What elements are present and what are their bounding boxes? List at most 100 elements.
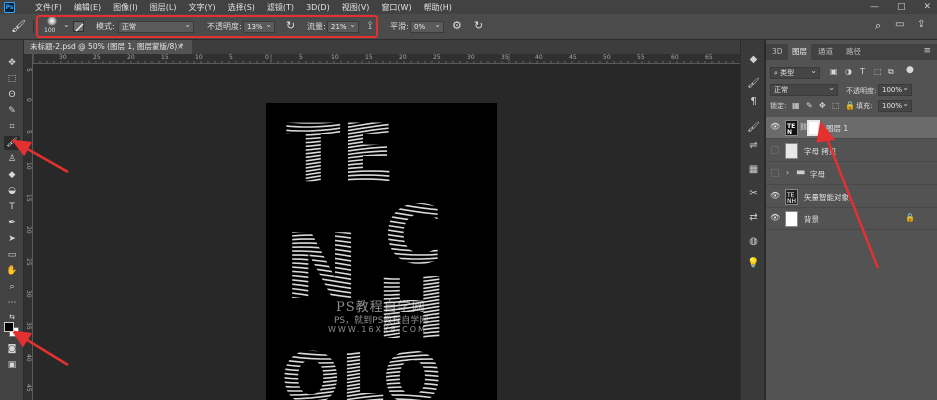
maximize-button[interactable]: □ (897, 2, 906, 12)
chevron-right-icon[interactable]: › (786, 168, 789, 177)
properties-icon[interactable]: ⇄ (746, 210, 761, 224)
quick-select-tool-icon[interactable]: ✎ (4, 104, 20, 118)
ruler-v-label: 40 (25, 354, 32, 362)
menu-type[interactable]: 文字(Y) (188, 2, 215, 13)
color-icon[interactable]: ◍ (746, 234, 761, 248)
layer-mask-thumbnail[interactable] (807, 120, 820, 136)
tab-paths[interactable]: 路径 (842, 44, 865, 60)
lock-artboard-icon[interactable]: ⬚ (832, 101, 840, 110)
workspace-icon[interactable]: ▭ (895, 19, 904, 30)
minimize-button[interactable]: — (870, 2, 879, 12)
paragraph-icon[interactable]: ¶ (746, 94, 761, 108)
eraser-tool-icon[interactable]: ◆ (4, 168, 20, 182)
menu-3d[interactable]: 3D(D) (306, 3, 330, 12)
foreground-color-swatch[interactable] (4, 322, 14, 332)
swatches-icon[interactable]: ▦ (746, 162, 761, 176)
marquee-tool-icon[interactable]: ⬚ (4, 72, 20, 86)
layer-filter-value: 类型 (780, 69, 795, 77)
menu-image[interactable]: 图像(I) (113, 2, 138, 13)
tab-layers[interactable]: 图层 (788, 44, 811, 60)
tab-channels[interactable]: 通道 (814, 44, 837, 60)
visibility-toggle[interactable] (771, 169, 779, 177)
layer-name[interactable]: 字母 (810, 169, 825, 180)
filter-smart-object-icon[interactable]: ⧉ (888, 67, 894, 77)
fill-field[interactable]: 100% (878, 99, 912, 112)
gear-icon[interactable]: ⚙ (452, 19, 462, 32)
layer-name[interactable]: 背景 (804, 214, 819, 225)
window-controls: — □ ✕ (870, 0, 931, 14)
history-icon[interactable]: ◆ (746, 52, 761, 66)
lasso-tool-icon[interactable]: ʘ (4, 88, 20, 102)
menu-filter[interactable]: 滤镜(T) (267, 2, 294, 13)
ruler-h-label: 60 (671, 54, 679, 61)
layer-row[interactable]: 👁 TE NH 矢量智能对象 (766, 186, 937, 208)
filter-type-icon[interactable]: T (860, 67, 865, 76)
crop-tool-icon[interactable]: ⌗ (4, 120, 20, 134)
search-icon[interactable]: ⌕ (875, 19, 881, 33)
screen-mode-icon[interactable]: ▣ (4, 358, 20, 372)
smoothing-field[interactable]: 0% (410, 20, 444, 33)
pressure-size-icon[interactable]: ↻ (474, 19, 483, 32)
blend-mode-select[interactable]: 正常 (770, 83, 838, 96)
layer-row[interactable]: 👁 TE N ⛓ 图层 1 (766, 117, 937, 139)
ruler-h-label: 40 (535, 54, 543, 61)
menu-select[interactable]: 选择(S) (228, 2, 255, 13)
menu-window[interactable]: 窗口(W) (381, 2, 411, 13)
tab-3d[interactable]: 3D (768, 44, 787, 60)
move-tool-icon[interactable]: ✥ (4, 56, 20, 70)
brush-settings-icon[interactable]: 🖌 (746, 76, 761, 90)
lock-all-icon[interactable]: 🔒 (845, 101, 855, 110)
brush-tool-icon[interactable]: 🖌 (4, 136, 20, 150)
adjustments-icon[interactable]: ⇌ (746, 138, 761, 152)
layer-opacity-field[interactable]: 100% (878, 83, 912, 96)
brush-tool-icon[interactable]: 🖌 (11, 19, 26, 33)
menu-view[interactable]: 视图(V) (342, 2, 370, 13)
lock-pixels-icon[interactable]: ✎ (806, 101, 813, 110)
brushes-icon[interactable]: 🖌 (746, 120, 761, 134)
menu-edit[interactable]: 编辑(E) (74, 2, 101, 13)
visibility-toggle[interactable] (771, 146, 779, 154)
visibility-eye-icon[interactable]: 👁 (770, 191, 780, 200)
lock-transparent-icon[interactable]: ▦ (792, 101, 800, 110)
lock-position-icon[interactable]: ✥ (819, 101, 826, 110)
stamp-tool-icon[interactable]: ♙ (4, 152, 20, 166)
layer-filter-select[interactable]: ⌕ 类型 (770, 66, 820, 79)
tools-icon[interactable]: ✂ (746, 186, 761, 200)
more-tools-icon[interactable]: ⋯ (4, 296, 20, 310)
layer-row[interactable]: › ▬ 字母 (766, 163, 937, 185)
layer-name[interactable]: 字母 拷贝 (804, 146, 836, 157)
filter-shape-icon[interactable]: ⬚ (874, 67, 882, 76)
document-canvas[interactable]: TE N C H OLO (266, 103, 497, 400)
menu-help[interactable]: 帮助(H) (424, 2, 452, 13)
visibility-eye-icon[interactable]: 👁 (770, 122, 780, 131)
visibility-eye-icon[interactable]: 👁 (770, 213, 780, 222)
close-tab-icon[interactable]: × (177, 40, 184, 54)
hand-tool-icon[interactable]: ✋ (4, 264, 20, 278)
document-tab[interactable]: 未标题-2.psd @ 50% (图层 1, 图层蒙版/8) * (24, 40, 192, 54)
ruler-v-label: 5 (25, 68, 32, 72)
rectangle-tool-icon[interactable]: ▭ (4, 248, 20, 262)
menu-file[interactable]: 文件(F) (35, 2, 62, 13)
layer-name[interactable]: 矢量智能对象 (804, 192, 849, 203)
layer-row[interactable]: 字母 拷贝 (766, 140, 937, 162)
menu-layer[interactable]: 图层(L) (150, 2, 177, 13)
layer-name[interactable]: 图层 1 (826, 123, 848, 134)
paint-bucket-tool-icon[interactable]: ◒ (4, 184, 20, 198)
libraries-icon[interactable]: 💡 (746, 256, 761, 270)
filter-adjustment-icon[interactable]: ◑ (845, 67, 852, 76)
ruler-h-label: 30 (467, 54, 475, 61)
ruler-v-label: 25 (25, 258, 32, 266)
zoom-tool-icon[interactable]: ⌕ (4, 280, 20, 294)
path-select-tool-icon[interactable]: ➤ (4, 232, 20, 246)
panel-menu-icon[interactable]: ≡ (923, 46, 931, 56)
ruler-h-label: 50 (603, 54, 611, 61)
close-button[interactable]: ✕ (923, 2, 931, 12)
filter-pixel-icon[interactable]: ▣ (830, 67, 838, 76)
quick-mask-icon[interactable]: ◙ (4, 342, 20, 356)
pen-tool-icon[interactable]: ✒ (4, 216, 20, 230)
share-icon[interactable]: ⇪ (917, 19, 925, 30)
type-tool-icon[interactable]: T (4, 200, 20, 214)
layer-row[interactable]: 👁 背景 🔒 (766, 208, 937, 230)
filter-toggle-icon[interactable]: ● (906, 65, 914, 75)
ruler-h-label: 65 (705, 54, 713, 61)
